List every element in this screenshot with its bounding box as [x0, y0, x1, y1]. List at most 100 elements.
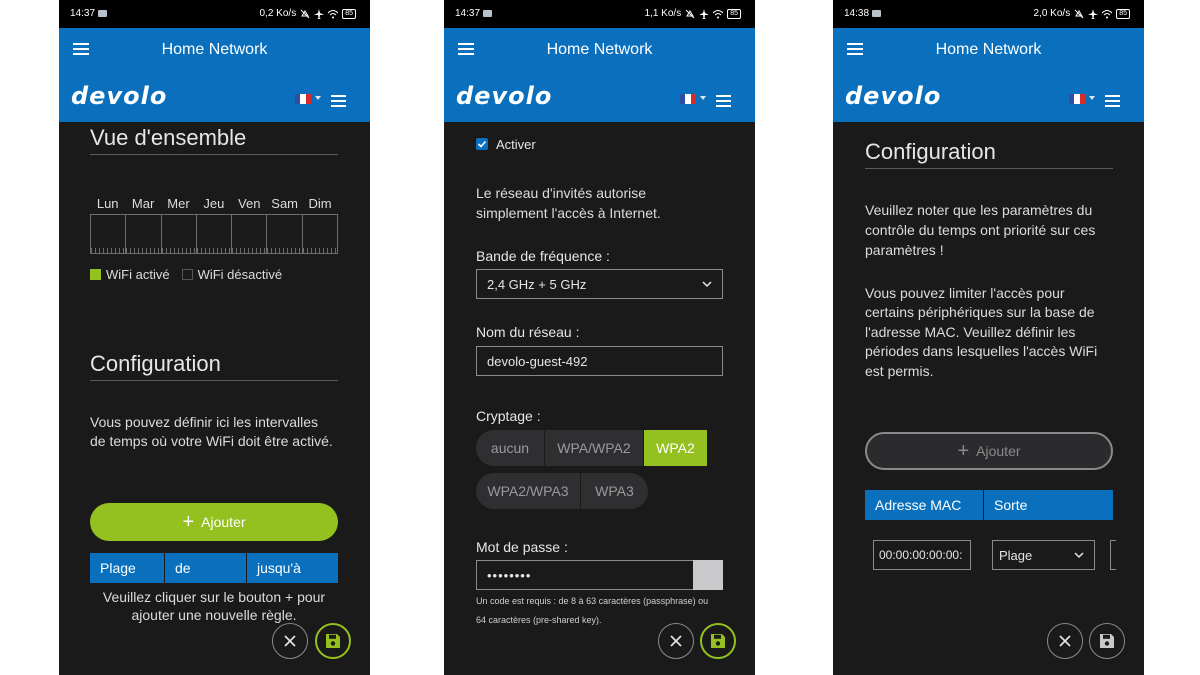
- schedule-legend: WiFi activé WiFi désactivé: [90, 267, 282, 282]
- french-flag-icon[interactable]: [1069, 94, 1085, 104]
- status-bar: 14:37 1,1 Ko/s 85: [444, 0, 755, 28]
- wifi-on-swatch: [90, 269, 101, 280]
- mac-info-line: est permis.: [865, 363, 934, 379]
- phone-screen-mac-filter: 14:38 2,0 Ko/s 85 Home Network devolo Co…: [833, 0, 1144, 675]
- time-range-input-partial[interactable]: [1110, 540, 1116, 570]
- brand-bar: devolo: [444, 72, 755, 122]
- config-description-line: de temps où votre WiFi doit être activé.: [90, 433, 333, 449]
- frequency-band-select[interactable]: 2,4 GHz + 5 GHz: [476, 269, 723, 299]
- day-column: [196, 215, 233, 253]
- add-button-label: Ajouter: [976, 443, 1021, 459]
- site-menu-icon[interactable]: [716, 95, 731, 107]
- airplane-icon: [314, 8, 325, 19]
- network-name-input[interactable]: devolo-guest-492: [476, 346, 723, 376]
- devolo-logo: devolo: [456, 82, 553, 110]
- devolo-logo: devolo: [71, 82, 168, 110]
- column-header-mac-address: Adresse MAC: [865, 490, 984, 520]
- encryption-option-wpa3[interactable]: WPA3: [581, 473, 648, 509]
- app-title: Home Network: [935, 41, 1042, 58]
- network-speed: 0,2 Ko/s: [259, 8, 297, 19]
- guest-description-line: simplement l'accès à Internet.: [476, 205, 661, 221]
- mac-address-value: 00:00:00:00:00:: [879, 548, 963, 562]
- mac-table-header: Adresse MAC Sorte: [865, 490, 1113, 520]
- wifi-off-label: WiFi désactivé: [197, 267, 283, 282]
- password-hint-line: 64 caractères (pre-shared key).: [476, 615, 602, 625]
- day-label: Jeu: [203, 196, 225, 211]
- wifi-icon: [1102, 9, 1113, 18]
- guest-description-line: Le réseau d'invités autorise: [476, 185, 646, 201]
- wifi-on-label: WiFi activé: [106, 267, 170, 282]
- floppy-disk-icon: [1100, 634, 1114, 648]
- mute-icon: [1074, 9, 1084, 18]
- save-button[interactable]: [1089, 623, 1125, 659]
- chevron-down-icon: [1074, 552, 1084, 559]
- day-column: [161, 215, 197, 253]
- checkmark-icon: [477, 140, 487, 148]
- add-button-label: Ajouter: [201, 514, 246, 530]
- network-speed: 1,1 Ko/s: [644, 8, 682, 19]
- weekly-schedule-grid[interactable]: [90, 214, 338, 254]
- add-rule-button[interactable]: + Ajouter: [90, 503, 338, 541]
- cancel-button[interactable]: [658, 623, 694, 659]
- type-value: Plage: [999, 547, 1033, 563]
- add-device-button[interactable]: + Ajouter: [865, 432, 1113, 470]
- password-input[interactable]: ••••••••: [476, 560, 694, 590]
- day-column: [302, 215, 338, 253]
- french-flag-icon[interactable]: [295, 94, 311, 104]
- close-icon: [1059, 635, 1071, 647]
- day-label: Mer: [167, 196, 190, 211]
- app-bar: Home Network: [833, 28, 1144, 72]
- column-header-type: Sorte: [994, 497, 1028, 513]
- empty-table-message-line: ajouter une nouvelle règle.: [131, 607, 297, 623]
- network-name-label: Nom du réseau :: [476, 324, 580, 340]
- battery-icon: 85: [342, 8, 356, 19]
- encryption-option-wpa2[interactable]: WPA2: [644, 430, 708, 466]
- encryption-option-aucun[interactable]: aucun: [476, 430, 545, 466]
- language-dropdown-caret-icon[interactable]: [315, 96, 321, 100]
- priority-note-line: Veuillez noter que les paramètres du: [865, 202, 1093, 218]
- configuration-heading: Configuration: [90, 351, 221, 376]
- configuration-divider: [90, 380, 338, 381]
- plus-icon: +: [182, 511, 195, 533]
- day-column: [126, 215, 162, 253]
- column-header-jusqua: jusqu'à: [257, 560, 301, 576]
- column-header-de: de: [165, 553, 247, 583]
- floppy-disk-icon: [711, 634, 725, 648]
- language-dropdown-caret-icon[interactable]: [1089, 96, 1095, 100]
- save-button[interactable]: [700, 623, 736, 659]
- wifi-icon: [328, 9, 339, 18]
- chevron-down-icon: [702, 281, 712, 288]
- day-column: [91, 215, 127, 253]
- app-title: Home Network: [546, 41, 653, 58]
- mac-info-line: certains périphériques sur la base de: [865, 304, 1095, 320]
- show-password-toggle[interactable]: [693, 560, 723, 590]
- wifi-icon: [713, 9, 724, 18]
- app-title: Home Network: [161, 41, 268, 58]
- encryption-option-wpa2-wpa3[interactable]: WPA2/WPA3: [476, 473, 581, 509]
- cancel-button[interactable]: [272, 623, 308, 659]
- enable-guest-label: Activer: [496, 137, 536, 152]
- site-menu-icon[interactable]: [331, 95, 346, 107]
- mac-address-input[interactable]: 00:00:00:00:00:: [873, 540, 971, 570]
- overview-divider: [90, 154, 338, 155]
- close-icon: [284, 635, 296, 647]
- type-select[interactable]: Plage: [992, 540, 1095, 570]
- mute-icon: [300, 9, 310, 18]
- column-header-plage: Plage: [90, 553, 165, 583]
- encryption-option-wpa-wpa2[interactable]: WPA/WPA2: [545, 430, 644, 466]
- site-menu-icon[interactable]: [1105, 95, 1120, 107]
- status-bar: 14:37 0,2 Ko/s 85: [59, 0, 370, 28]
- cancel-button[interactable]: [1047, 623, 1083, 659]
- floppy-disk-icon: [326, 634, 340, 648]
- airplane-icon: [699, 8, 710, 19]
- save-button[interactable]: [315, 623, 351, 659]
- configuration-divider: [865, 168, 1113, 169]
- phone-screen-schedule: 14:37 0,2 Ko/s 85 Home Network devolo Vu…: [59, 0, 370, 675]
- french-flag-icon[interactable]: [680, 94, 696, 104]
- battery-icon: 85: [727, 8, 741, 19]
- status-time: 14:37: [70, 8, 107, 19]
- devolo-logo: devolo: [845, 82, 942, 110]
- language-dropdown-caret-icon[interactable]: [700, 96, 706, 100]
- phone-screen-guest-network: 14:37 1,1 Ko/s 85 Home Network devolo Ac…: [444, 0, 755, 675]
- enable-guest-checkbox[interactable]: [476, 138, 488, 150]
